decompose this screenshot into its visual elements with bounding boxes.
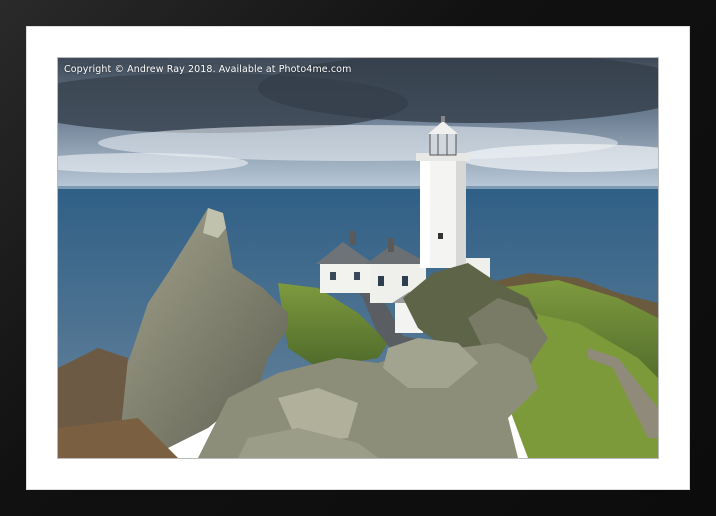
photo-artwork (58, 58, 658, 458)
copyright-watermark: Copyright © Andrew Ray 2018. Available a… (64, 64, 352, 75)
lighthouse-photo (58, 58, 658, 458)
